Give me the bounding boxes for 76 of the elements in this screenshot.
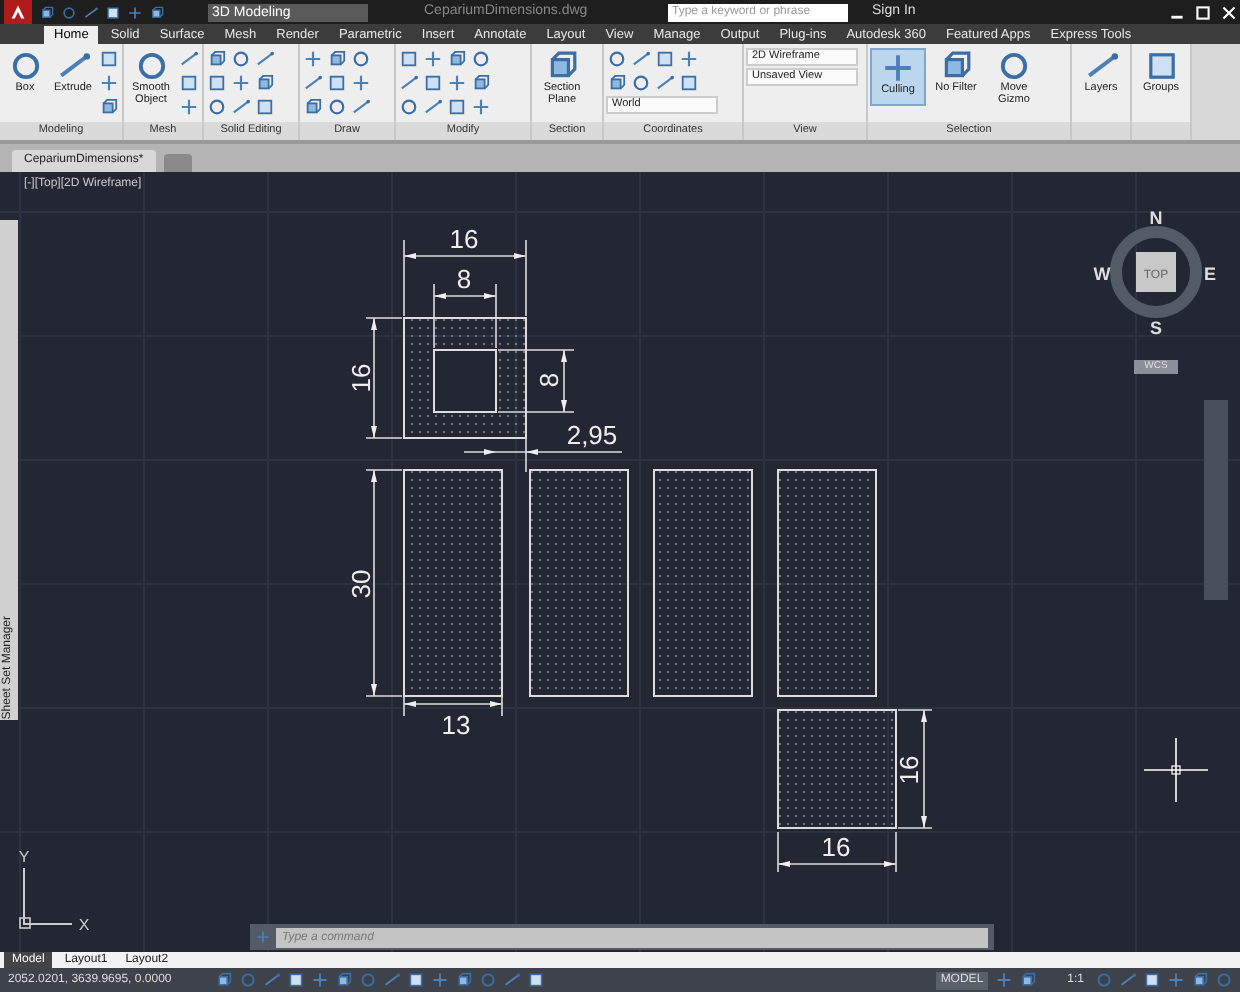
line-icon[interactable] [384,972,400,988]
circle-icon[interactable] [208,98,226,116]
cube-icon[interactable] [456,972,472,988]
dimension-line [497,349,575,413]
dimension-text: 30 [346,569,376,599]
axis-label: X [78,916,90,934]
crosshair [1143,737,1209,803]
dimension-text: 16 [821,832,851,862]
cube-icon[interactable] [940,50,972,82]
circle-icon[interactable] [232,50,250,68]
square-icon[interactable] [528,972,544,988]
circle-icon[interactable] [328,98,346,116]
circle-icon[interactable] [998,50,1030,82]
cube-icon[interactable] [40,5,54,19]
line-icon[interactable] [400,74,418,92]
line-icon[interactable] [656,74,674,92]
close-icon[interactable] [1222,5,1236,19]
circle-icon[interactable] [62,5,76,19]
line-icon[interactable] [180,50,198,68]
cube-icon[interactable] [472,74,490,92]
square-icon[interactable] [288,972,304,988]
line-icon[interactable] [352,98,370,116]
circle-icon[interactable] [632,74,650,92]
compass-label[interactable]: W [1093,264,1111,284]
cube-icon[interactable] [304,98,322,116]
cube-icon[interactable] [150,5,164,19]
circle-icon[interactable] [400,98,418,116]
line-icon[interactable] [232,98,250,116]
ribbon-background [1192,44,1240,140]
square-icon[interactable] [1144,972,1160,988]
line-icon[interactable] [256,50,274,68]
line-icon[interactable] [424,98,442,116]
compass-ring[interactable] [1110,226,1202,318]
line-icon[interactable] [504,972,520,988]
square-icon[interactable] [408,972,424,988]
cube-icon[interactable] [216,972,232,988]
cube-icon[interactable] [208,50,226,68]
axis-label: Y [18,848,30,866]
line-icon[interactable] [632,50,650,68]
cube-icon[interactable] [546,50,578,82]
circle-icon[interactable] [9,50,41,82]
dimension-text: 8 [456,264,472,294]
cube-icon[interactable] [1019,972,1036,988]
cube-icon[interactable] [448,50,466,68]
compass-label[interactable]: S [1150,318,1162,338]
dimension-text: 16 [346,363,376,393]
logo-icon[interactable] [4,0,32,24]
maximize-icon[interactable] [1196,5,1210,19]
dimension-text: 13 [441,710,471,740]
dimension-text: 2,95 [566,420,618,450]
line-icon[interactable] [304,74,322,92]
line-icon[interactable] [1085,50,1117,82]
dimension-text: 8 [534,372,564,388]
dimension-text: 16 [449,224,479,254]
circle-icon[interactable] [352,50,370,68]
square-hole [433,349,497,413]
line-icon[interactable] [57,50,89,82]
circle-icon[interactable] [608,50,626,68]
cube-icon[interactable] [256,74,274,92]
cube-icon[interactable] [328,50,346,68]
hatched-square [777,709,897,829]
cube-icon[interactable] [608,74,626,92]
cube-icon[interactable] [336,972,352,988]
panel-footer [1132,122,1190,140]
compass-label[interactable]: E [1204,264,1216,284]
compass-label[interactable]: N [1149,208,1163,228]
circle-icon[interactable] [135,50,167,82]
line-icon[interactable] [1120,972,1136,988]
line-icon[interactable] [264,972,280,988]
ucs-axes-icon [19,867,73,929]
circle-icon[interactable] [472,50,490,68]
line-icon[interactable] [84,5,98,19]
cube-icon[interactable] [1192,972,1208,988]
cube-icon[interactable] [100,98,118,116]
square-icon[interactable] [106,5,120,19]
dimension-text: 16 [894,755,924,785]
